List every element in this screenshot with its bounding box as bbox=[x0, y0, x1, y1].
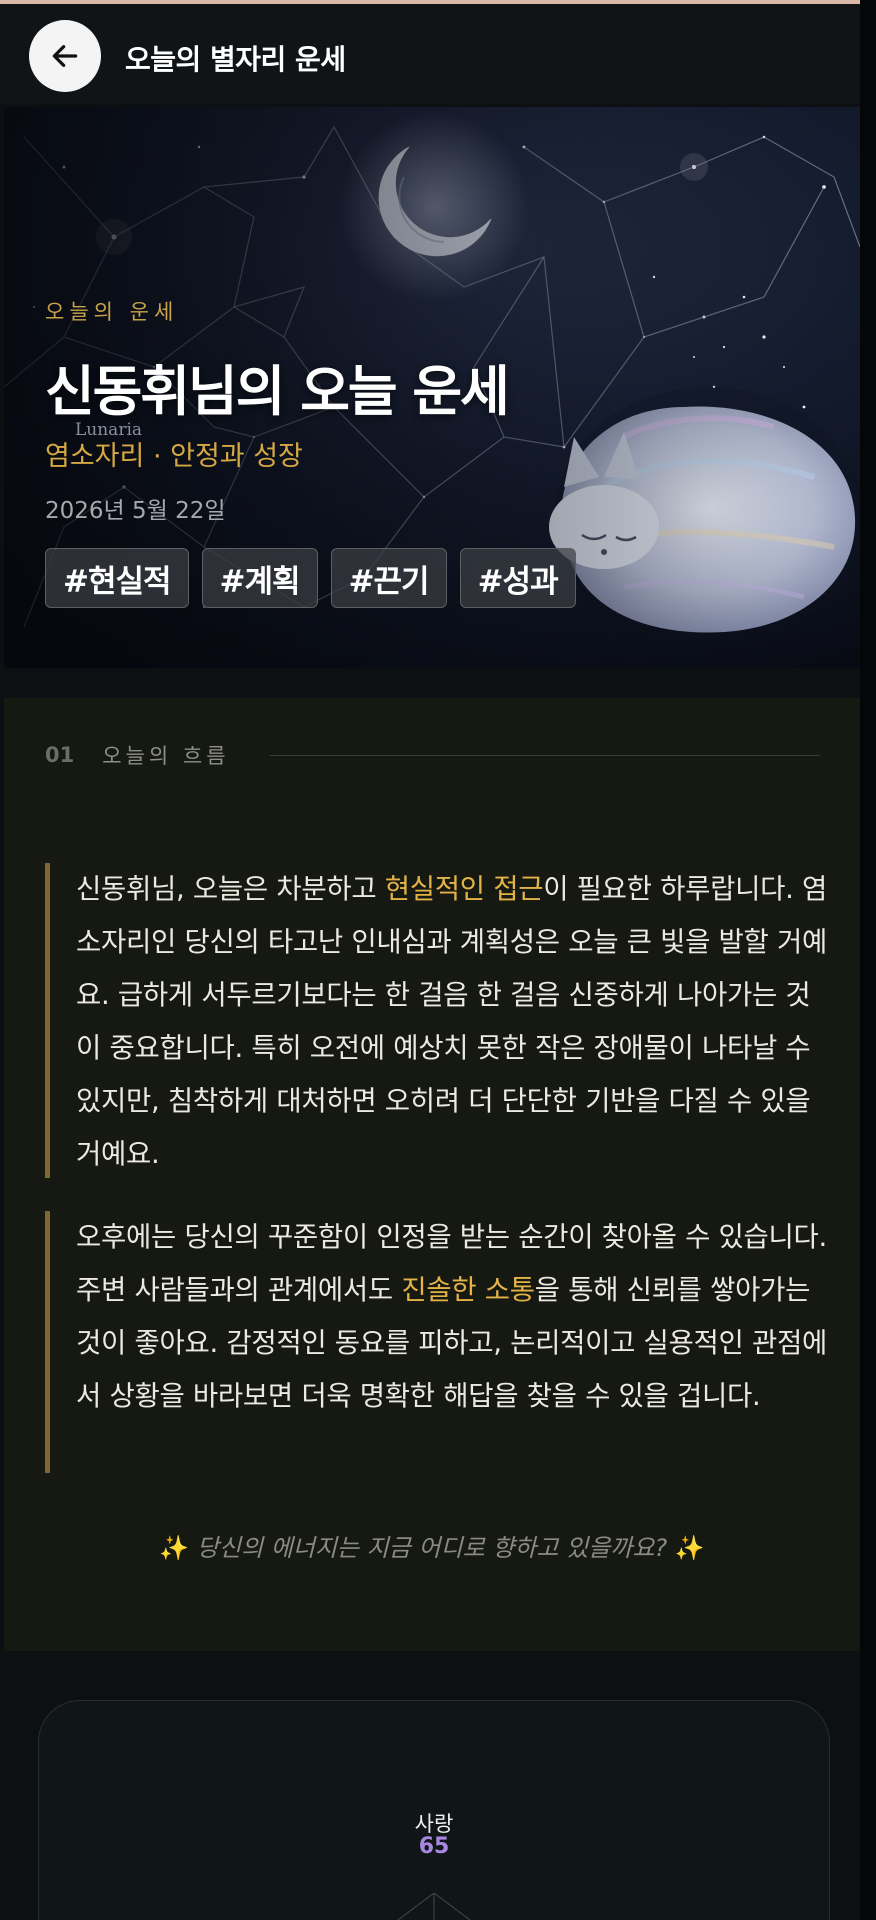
tag-chip: #계획 bbox=[201, 548, 318, 608]
paragraph-text: 이 필요한 하루랍니다. 염소자리인 당신의 타고난 인내심과 계획성은 오늘 … bbox=[76, 873, 827, 1170]
tag-chip: #성과 bbox=[459, 548, 576, 608]
section-divider bbox=[269, 754, 820, 756]
radar-axis-value-love: 65 bbox=[418, 1834, 450, 1859]
back-button[interactable] bbox=[29, 20, 101, 92]
reflection-quote: ✨ 당신의 에너지는 지금 어디로 향하고 있을까요? ✨ bbox=[4, 1528, 860, 1563]
paragraph-text: 신동휘님, 오늘은 차분하고 bbox=[76, 873, 385, 905]
hero-date: 2026년 5월 22일 bbox=[45, 498, 226, 524]
hero-banner: 오늘의 운세 신동휘님의 오늘 운세 Lunaria 염소자리 · 안정과 성장… bbox=[4, 107, 860, 668]
hero-subtitle: 염소자리 · 안정과 성장 bbox=[45, 441, 303, 472]
radar-chart-top bbox=[397, 1893, 471, 1920]
quote-text: 당신의 에너지는 지금 어디로 향하고 있을까요? bbox=[196, 1534, 668, 1562]
page-title: 오늘의 별자리 운세 bbox=[125, 43, 346, 76]
hero-title: 신동휘님의 오늘 운세 bbox=[45, 360, 510, 423]
sparkle-icon: ✨ bbox=[674, 1534, 705, 1562]
tag-chip: #현실적 bbox=[45, 548, 189, 608]
fortune-paragraph-2: 오후에는 당신의 꾸준함이 인정을 받는 순간이 찾아올 수 있습니다. 주변 … bbox=[45, 1211, 835, 1473]
highlight-text: 현실적인 접근 bbox=[384, 873, 544, 905]
hero-eyebrow: 오늘의 운세 bbox=[45, 300, 179, 324]
section-number: 01 bbox=[45, 743, 75, 767]
fortune-radar-card: 사랑 65 bbox=[38, 1700, 830, 1920]
app-screen: 오늘의 별자리 운세 오늘의 운세 신동휘님의 오늘 운세 Lunaria 염소… bbox=[0, 0, 876, 1920]
keyword-tags: #현실적 #계획 #끈기 #성과 bbox=[45, 548, 576, 608]
tag-chip: #끈기 bbox=[330, 548, 447, 608]
section-label: 오늘의 흐름 bbox=[102, 744, 230, 768]
section-header: 01 오늘의 흐름 bbox=[45, 740, 820, 770]
section-today-flow: 01 오늘의 흐름 신동휘님, 오늘은 차분하고 현실적인 접근이 필요한 하루… bbox=[4, 698, 860, 1651]
highlight-text: 진솔한 소통 bbox=[401, 1274, 535, 1306]
arrow-left-icon bbox=[52, 45, 78, 67]
fortune-paragraph-1: 신동휘님, 오늘은 차분하고 현실적인 접근이 필요한 하루랍니다. 염소자리인… bbox=[45, 863, 835, 1178]
top-app-bar: 오늘의 별자리 운세 bbox=[0, 4, 860, 104]
sparkle-icon: ✨ bbox=[159, 1534, 190, 1562]
